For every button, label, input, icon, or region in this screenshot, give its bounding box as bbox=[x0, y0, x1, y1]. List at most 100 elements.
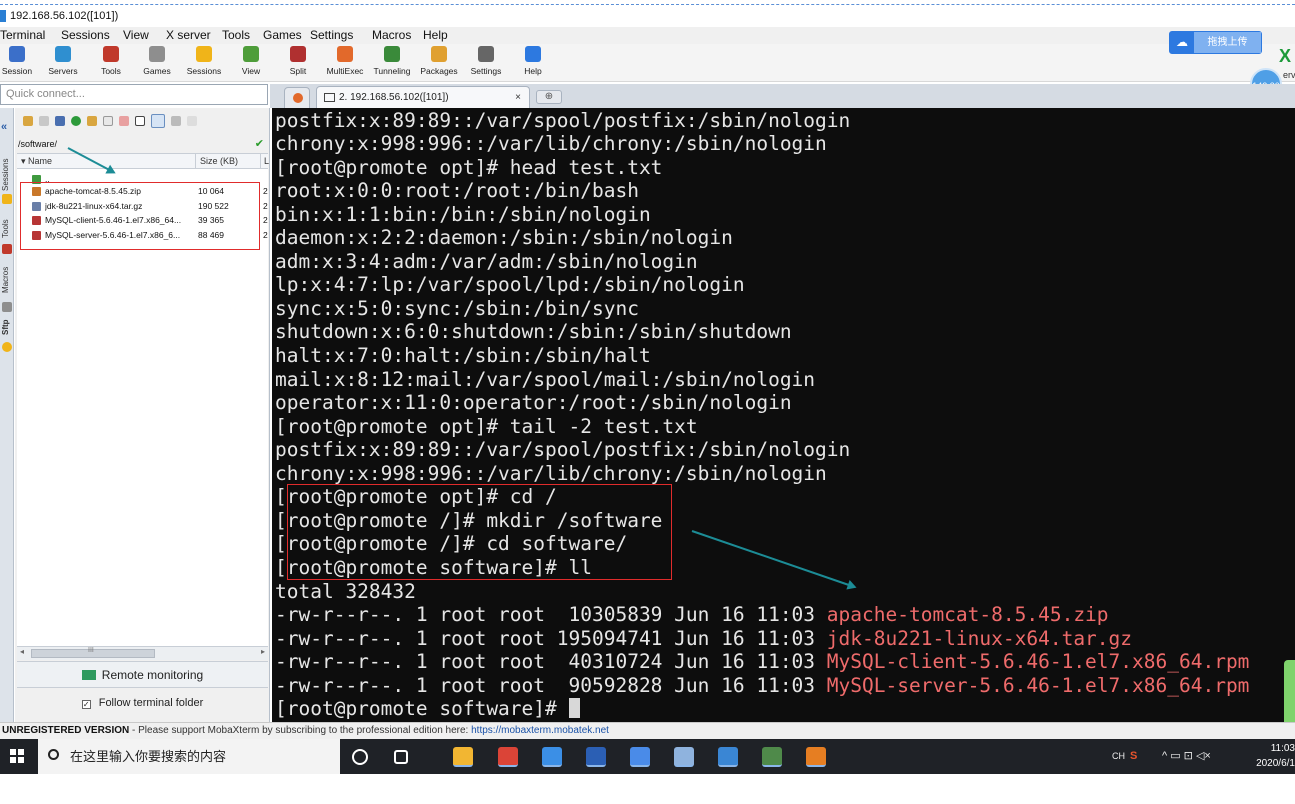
mobatek-link[interactable]: https://mobaxterm.mobatek.net bbox=[471, 725, 609, 736]
follow-terminal-folder[interactable]: ✓ Follow terminal folder bbox=[17, 691, 268, 715]
terminal-text: -rw-r--r--. 1 root root 195094741 Jun 16… bbox=[275, 626, 827, 650]
remote-desktop-icon[interactable] bbox=[718, 747, 738, 767]
media-player-icon[interactable] bbox=[806, 747, 826, 767]
ime-icon[interactable]: S bbox=[1130, 739, 1137, 774]
sftp-path: /software/ bbox=[18, 139, 58, 149]
windows-start-icon[interactable] bbox=[10, 749, 24, 763]
toolbar-settings-button[interactable]: Settings bbox=[462, 46, 510, 76]
virtualbox-icon[interactable] bbox=[674, 747, 694, 767]
toolbar-session-button[interactable]: Session bbox=[0, 46, 41, 76]
toolbar-multiexec-button[interactable]: MultiExec bbox=[321, 46, 369, 76]
menu-settings[interactable]: Settings bbox=[310, 27, 360, 44]
column-header-name[interactable]: ▾ Name bbox=[21, 154, 52, 169]
delete-icon[interactable] bbox=[119, 116, 129, 126]
search-icon[interactable] bbox=[171, 116, 181, 126]
rail-tab-tools[interactable]: Tools bbox=[1, 214, 13, 244]
file-list-scrollbar[interactable]: ◂ III ▸ bbox=[17, 646, 268, 660]
terminal-text: mail:x:8:12:mail:/var/spool/mail:/sbin/n… bbox=[275, 367, 816, 391]
checkmark-icon[interactable]: ✔ bbox=[255, 136, 264, 152]
scroll-right-icon[interactable]: ▸ bbox=[261, 647, 265, 656]
collapse-chevron-icon[interactable]: « bbox=[1, 121, 7, 133]
terminal-text: postfix:x:89:89::/var/spool/postfix:/sbi… bbox=[275, 108, 851, 132]
menu-x-server[interactable]: X server bbox=[166, 27, 218, 44]
view-toggle-icon[interactable] bbox=[151, 114, 165, 128]
toolbar-label: Games bbox=[143, 66, 171, 76]
tab-close-icon[interactable]: × bbox=[515, 87, 521, 109]
toolbar-sessions-button[interactable]: Sessions bbox=[180, 46, 228, 76]
sftp-path-field[interactable]: /software/ ✔ bbox=[15, 136, 268, 152]
terminal-text: chrony:x:998:996::/var/lib/chrony:/sbin/… bbox=[275, 461, 827, 485]
cloud-upload-button[interactable]: ☁ 拖拽上传 bbox=[1169, 31, 1262, 54]
toolbar-tunneling-button[interactable]: Tunneling bbox=[368, 46, 416, 76]
toolbar-games-button[interactable]: Games bbox=[133, 46, 181, 76]
multiexec-icon bbox=[337, 46, 353, 62]
cloud-icon: ☁ bbox=[1170, 32, 1194, 53]
menu-terminal[interactable]: Terminal bbox=[0, 27, 52, 44]
tray-icons[interactable]: ^ ▭ ⊡ ◁× bbox=[1162, 739, 1211, 774]
rail-tab-sessions[interactable]: Sessions bbox=[1, 150, 13, 200]
file-explorer-icon[interactable] bbox=[453, 747, 473, 767]
taskbar-clock[interactable]: 11:03 2020/6/1 bbox=[1248, 741, 1295, 771]
mobaxterm-icon[interactable] bbox=[762, 747, 782, 767]
pin-app-icon[interactable] bbox=[542, 747, 562, 767]
toolbar-help-button[interactable]: Help bbox=[509, 46, 557, 76]
remote-monitoring-button[interactable]: Remote monitoring bbox=[17, 661, 268, 688]
toolbar-tools-button[interactable]: Tools bbox=[87, 46, 135, 76]
terminal-line: bin:x:1:1:bin:/bin:/sbin/nologin bbox=[275, 203, 651, 227]
terminal-line: postfix:x:89:89::/var/spool/postfix:/sbi… bbox=[275, 109, 850, 133]
menu-help[interactable]: Help bbox=[423, 27, 455, 44]
terminal-line: operator:x:11:0:operator:/root:/sbin/nol… bbox=[275, 391, 792, 415]
toolbar-servers-button[interactable]: Servers bbox=[39, 46, 87, 76]
refresh-icon[interactable] bbox=[71, 116, 81, 126]
follow-checkbox[interactable]: ✓ bbox=[81, 700, 91, 709]
chrome-icon[interactable] bbox=[498, 747, 518, 767]
terminal-line: -rw-r--r--. 1 root root 10305839 Jun 16 … bbox=[275, 603, 1109, 627]
menu-sessions[interactable]: Sessions bbox=[61, 27, 117, 44]
rail-tab-macros[interactable]: Macros bbox=[1, 260, 13, 300]
rail-tab-sftp[interactable]: Sftp bbox=[1, 316, 13, 338]
desktop: 192.168.56.102([101]) Terminal Sessions Vi… bbox=[0, 0, 1295, 804]
parent-folder-icon[interactable] bbox=[23, 116, 33, 126]
x-server-icon[interactable]: X bbox=[1279, 46, 1291, 67]
toolbar-view-button[interactable]: View bbox=[227, 46, 275, 76]
column-header-extra[interactable]: L bbox=[260, 154, 269, 169]
menu-tools[interactable]: Tools bbox=[222, 27, 257, 44]
upload-icon[interactable] bbox=[55, 116, 65, 126]
scroll-left-icon[interactable]: ◂ bbox=[20, 647, 24, 656]
main-toolbar: Session Servers Tools Games Sessions View Spli… bbox=[0, 44, 1295, 82]
column-header-size[interactable]: Size (KB) bbox=[195, 154, 238, 169]
terminal-cursor[interactable] bbox=[568, 698, 580, 719]
split-icon bbox=[290, 46, 306, 62]
menu-macros[interactable]: Macros bbox=[372, 27, 418, 44]
taskbar-search-input[interactable]: 在这里输入你要搜索的内容 bbox=[38, 739, 340, 774]
quick-connect-input[interactable]: Quick connect... bbox=[0, 84, 268, 105]
terminal-text: chrony:x:998:996::/var/lib/chrony:/sbin/… bbox=[275, 132, 827, 156]
follow-label: Follow terminal folder bbox=[98, 697, 204, 709]
rename-icon[interactable] bbox=[135, 116, 145, 126]
tunneling-icon bbox=[384, 46, 400, 62]
new-file-icon[interactable] bbox=[103, 116, 113, 126]
home-tab[interactable] bbox=[284, 87, 310, 108]
terminal-line: sync:x:5:0:sync:/sbin:/bin/sync bbox=[275, 297, 639, 321]
terminal-output[interactable]: postfix:x:89:89::/var/spool/postfix:/sbi… bbox=[272, 108, 1295, 722]
word-icon[interactable] bbox=[586, 747, 606, 767]
tab-session-2[interactable]: 2. 192.168.56.102([101]) × bbox=[316, 86, 530, 108]
toolbar-packages-button[interactable]: Packages bbox=[415, 46, 463, 76]
toolbar-label: Settings bbox=[470, 66, 502, 76]
scroll-thumb[interactable]: III bbox=[31, 647, 155, 658]
new-folder-icon[interactable] bbox=[87, 116, 97, 126]
new-tab-button[interactable]: ⊕ bbox=[536, 90, 562, 104]
download-icon[interactable] bbox=[39, 116, 49, 126]
selection-border-top bbox=[0, 4, 1295, 5]
task-view-icon[interactable] bbox=[394, 750, 408, 764]
cortana-icon[interactable] bbox=[352, 749, 368, 765]
terminal-line: shutdown:x:6:0:shutdown:/sbin:/sbin/shut… bbox=[275, 320, 792, 344]
menu-games[interactable]: Games bbox=[263, 27, 309, 44]
baidu-netdisk-icon[interactable] bbox=[630, 747, 650, 767]
language-indicator[interactable]: CH bbox=[1112, 739, 1125, 774]
menu-view[interactable]: View bbox=[123, 27, 156, 44]
monitor-icon bbox=[324, 93, 335, 102]
flag-icon[interactable] bbox=[187, 116, 197, 126]
window-titlebar: 192.168.56.102([101]) bbox=[0, 6, 1295, 26]
toolbar-split-button[interactable]: Split bbox=[274, 46, 322, 76]
